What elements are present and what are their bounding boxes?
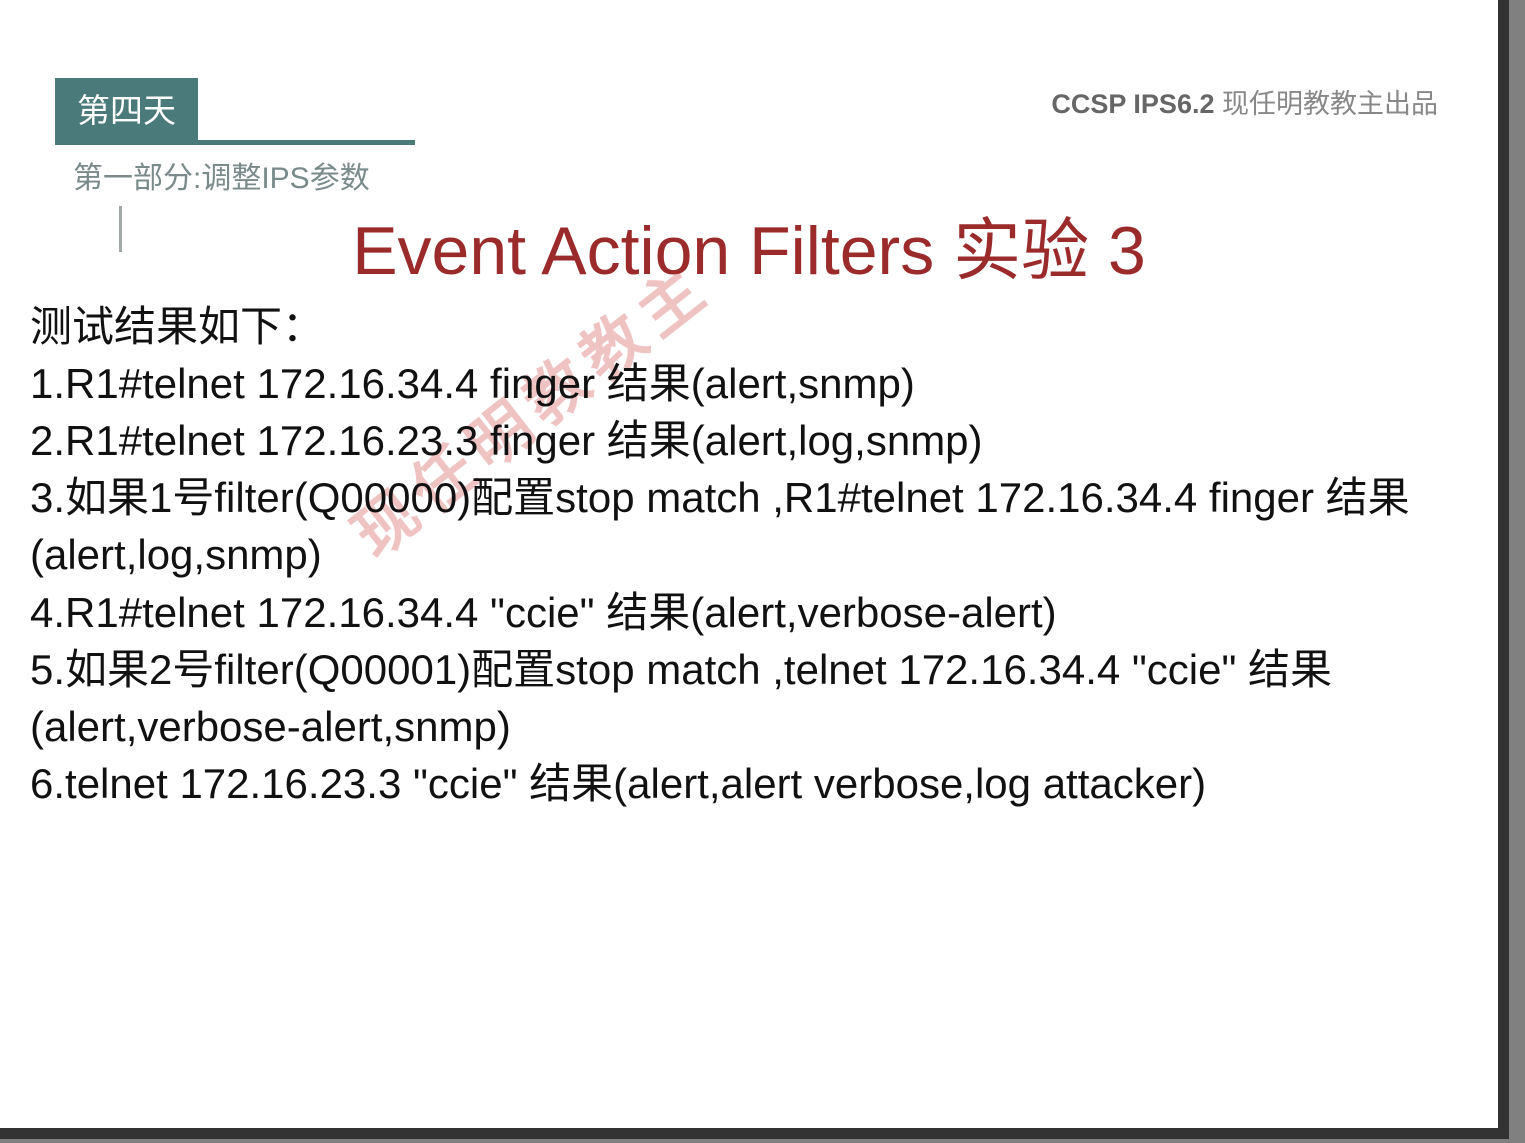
- body-line-6: 6.telnet 172.16.23.3 "ccie" 结果(alert,ale…: [30, 755, 1458, 812]
- brand-line: CCSP IPS6.2 现任明教教主出品: [1051, 82, 1438, 121]
- body-line-5: 5.如果2号filter(Q00001)配置stop match ,telnet…: [30, 641, 1458, 755]
- day-tag: 第四天: [55, 78, 198, 140]
- body-line-1: 1.R1#telnet 172.16.34.4 finger 结果(alert,…: [30, 355, 1458, 412]
- brand-code: CCSP IPS6.2: [1051, 89, 1214, 119]
- body-line-4: 4.R1#telnet 172.16.34.4 "ccie" 结果(alert,…: [30, 584, 1458, 641]
- body-intro: 测试结果如下：: [30, 298, 1458, 355]
- header-block: 第四天 第一部分:调整IPS参数: [55, 78, 415, 197]
- body-text: 测试结果如下： 1.R1#telnet 172.16.34.4 finger 结…: [30, 298, 1458, 812]
- body-line-2: 2.R1#telnet 172.16.23.3 finger 结果(alert,…: [30, 412, 1458, 469]
- header-subtitle: 第一部分:调整IPS参数: [73, 153, 415, 197]
- slide: 第四天 第一部分:调整IPS参数 CCSP IPS6.2 现任明教教主出品 Ev…: [0, 0, 1509, 1139]
- brand-author: 现任明教教主出品: [1222, 89, 1438, 119]
- header-bar: [55, 140, 415, 145]
- body-line-3: 3.如果1号filter(Q00000)配置stop match ,R1#tel…: [30, 469, 1458, 583]
- slide-title: Event Action Filters 实验 3: [0, 195, 1498, 294]
